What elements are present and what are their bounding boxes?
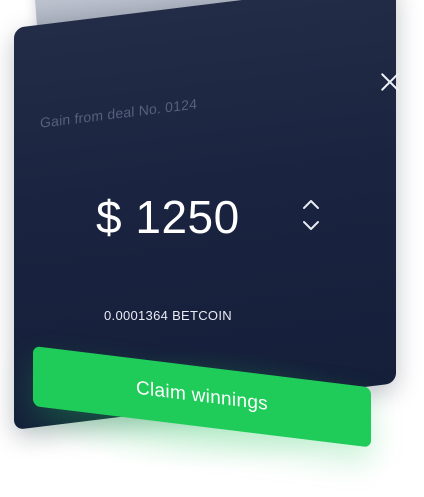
crypto-amount: 0.0001364 BETCOIN (104, 308, 232, 323)
chevron-up-down-icon[interactable] (300, 196, 322, 236)
winnings-modal-scene: Gain from deal No. 0124 $ 1250 0.0001364… (0, 0, 424, 497)
deal-label: Gain from deal No. 0124 (40, 95, 198, 131)
winnings-amount: $ 1250 (96, 191, 240, 243)
